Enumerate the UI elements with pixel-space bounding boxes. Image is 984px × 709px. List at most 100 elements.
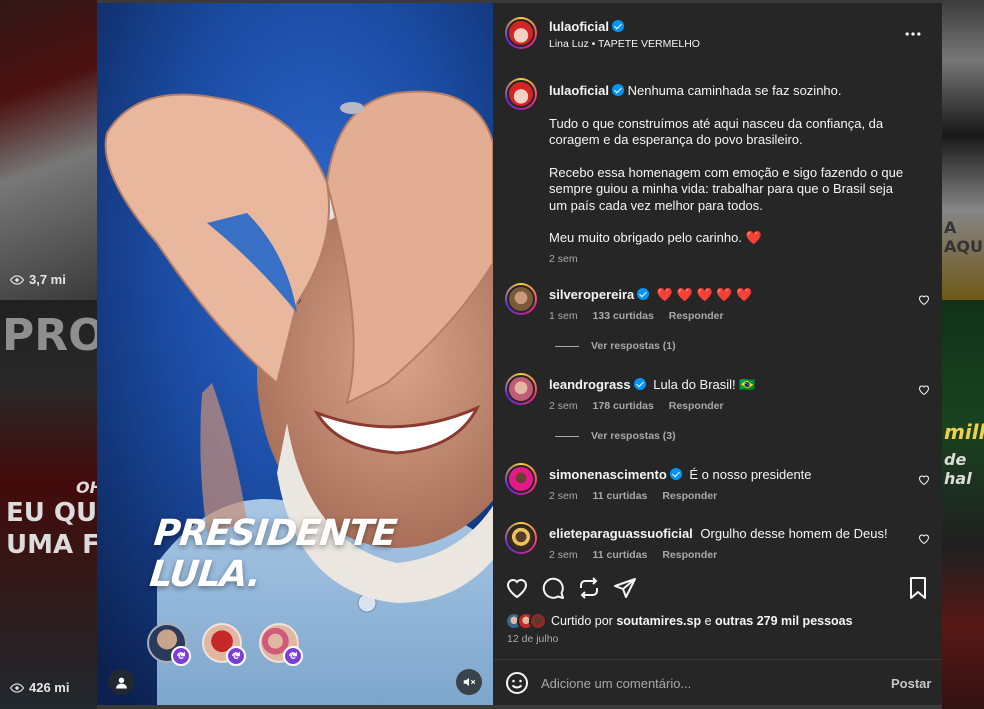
comment-avatar[interactable]: [505, 463, 537, 495]
liker-avatar: [529, 612, 547, 630]
view-replies-text: Ver respostas (3): [591, 430, 676, 442]
verified-badge-icon: [637, 288, 650, 300]
comment-time: 2 sem: [549, 490, 578, 502]
repost-button[interactable]: [577, 576, 601, 600]
comment-likes[interactable]: 11 curtidas: [593, 549, 648, 561]
paper-plane-icon: [614, 578, 636, 598]
comment-reply-button[interactable]: Responder: [669, 400, 724, 412]
replies-divider: [555, 345, 579, 347]
likes-conjunction: e: [704, 613, 712, 628]
comment-like-heart-icon[interactable]: [918, 294, 930, 306]
user-icon: [115, 677, 127, 688]
bg-tile-text: A AQU: [944, 218, 983, 256]
repost-icon: [580, 577, 598, 599]
caption-author-avatar[interactable]: [505, 78, 537, 110]
caption-paragraph: Tudo o que construímos até aqui nasceu d…: [549, 115, 884, 148]
post-modal: PRESIDENTE LULA. lulaoficial Lina Luz • …: [97, 3, 942, 705]
view-replies-button[interactable]: Ver respostas (1): [555, 340, 676, 352]
bg-tile-text: PRO: [2, 310, 106, 361]
bg-view-count-text: 426 mi: [29, 680, 70, 695]
likes-user[interactable]: soutamires.sp: [616, 614, 701, 628]
comment-username[interactable]: leandrograss: [549, 377, 631, 392]
verified-badge-icon: [633, 378, 646, 390]
comment-text: Orgulho desse homem de Deus!: [700, 526, 888, 541]
comment-like-heart-icon[interactable]: [918, 474, 930, 486]
media-overlay-text: PRESIDENTE LULA.: [147, 513, 399, 595]
likes-summary: Curtido por soutamires.sp e outras 279 m…: [505, 612, 935, 630]
tagged-users-button[interactable]: [108, 669, 134, 695]
bg-tile-text: de hal: [944, 450, 972, 488]
bg-view-count: 426 mi: [10, 680, 69, 695]
comment-item: simonenascimento É o nosso presidente 2 …: [493, 463, 942, 513]
emoji-button[interactable]: [505, 671, 529, 695]
comment-likes[interactable]: 178 curtidas: [593, 400, 654, 412]
post-side-panel: lulaoficial Lina Luz • TAPETE VERMELHO l…: [493, 3, 942, 705]
share-button[interactable]: [613, 576, 637, 600]
comment-time: 2 sem: [549, 549, 578, 561]
comment-button[interactable]: [541, 576, 565, 600]
caption-paragraph: Meu muito obrigado pelo carinho. ❤️: [549, 230, 762, 245]
bookmark-icon: [910, 577, 926, 599]
comment-time: 1 sem: [549, 310, 578, 322]
bg-view-count-text: 3,7 mi: [29, 272, 66, 287]
comment-reply-button[interactable]: Responder: [662, 490, 717, 502]
bg-view-count: 3,7 mi: [10, 272, 66, 287]
comment-time: 2 sem: [549, 400, 578, 412]
bg-tile-right-2[interactable]: [942, 300, 984, 709]
comment-like-heart-icon[interactable]: [918, 533, 930, 545]
comment-form: Postar: [493, 659, 942, 705]
post-date: 12 de julho: [507, 633, 559, 645]
audio-artist[interactable]: Lina Luz: [549, 38, 589, 50]
like-button[interactable]: [505, 576, 529, 600]
comment-avatar[interactable]: [505, 522, 537, 554]
caption-time: 2 sem: [549, 252, 578, 265]
author-username[interactable]: lulaoficial: [549, 19, 609, 34]
comment-item: silveropereira ❤️ ❤️ ❤️ ❤️ ❤️ 1 sem 133 …: [493, 283, 942, 333]
author-avatar[interactable]: [505, 17, 537, 49]
caption-username[interactable]: lulaoficial: [549, 83, 609, 98]
bg-tile-text: milh: [944, 420, 984, 444]
post-media[interactable]: PRESIDENTE LULA.: [97, 3, 493, 705]
volume-muted-icon: [463, 677, 476, 687]
comment-item: leandrograss Lula do Brasil! 🇧🇷 2 sem 17…: [493, 373, 942, 423]
action-bar: [493, 574, 942, 606]
bg-tile-text: UMA F: [6, 530, 100, 560]
comment-input[interactable]: [541, 672, 871, 694]
comment-text: ❤️ ❤️ ❤️ ❤️ ❤️: [656, 287, 753, 302]
emoji-icon: [506, 672, 528, 694]
mute-button[interactable]: [456, 669, 482, 695]
audio-separator: •: [591, 38, 596, 50]
likes-others[interactable]: outras 279 mil pessoas: [715, 614, 853, 628]
eye-icon: [10, 274, 24, 285]
heart-icon: [506, 579, 528, 599]
collab-badge-icon: [283, 646, 303, 666]
comment-username[interactable]: silveropereira: [549, 287, 634, 302]
liker-avatars[interactable]: [505, 612, 551, 630]
comment-likes[interactable]: 11 curtidas: [593, 490, 648, 502]
comment-reply-button[interactable]: Responder: [662, 549, 717, 561]
comment-avatar[interactable]: [505, 373, 537, 405]
bg-tile-left-1[interactable]: [0, 0, 97, 300]
post-comment-button[interactable]: Postar: [891, 676, 931, 691]
comment-like-heart-icon[interactable]: [918, 384, 930, 396]
save-button[interactable]: [906, 576, 930, 600]
comment-username[interactable]: elieteparaguassuoficial: [549, 526, 693, 541]
comment-reply-button[interactable]: Responder: [669, 310, 724, 322]
verified-badge-icon: [669, 468, 682, 480]
comment-likes[interactable]: 133 curtidas: [593, 310, 654, 322]
eye-icon: [10, 682, 24, 693]
view-replies-button[interactable]: Ver respostas (3): [555, 430, 676, 442]
likes-prefix: Curtido por: [551, 613, 613, 628]
comment-item: elieteparaguassuoficial Orgulho desse ho…: [493, 522, 942, 572]
comment-username[interactable]: simonenascimento: [549, 467, 667, 482]
collab-badge-icon: [171, 646, 191, 666]
more-options-icon[interactable]: [903, 24, 923, 44]
comment-bubble-icon: [542, 577, 564, 599]
comment-text: É o nosso presidente: [689, 467, 812, 482]
verified-badge-icon: [611, 20, 624, 32]
comment-text: Lula do Brasil! 🇧🇷: [653, 377, 756, 392]
view-replies-text: Ver respostas (1): [591, 340, 676, 352]
comment-avatar[interactable]: [505, 283, 537, 315]
audio-title[interactable]: TAPETE VERMELHO: [598, 38, 700, 50]
caption-first-line: Nenhuma caminhada se faz sozinho.: [627, 83, 842, 98]
